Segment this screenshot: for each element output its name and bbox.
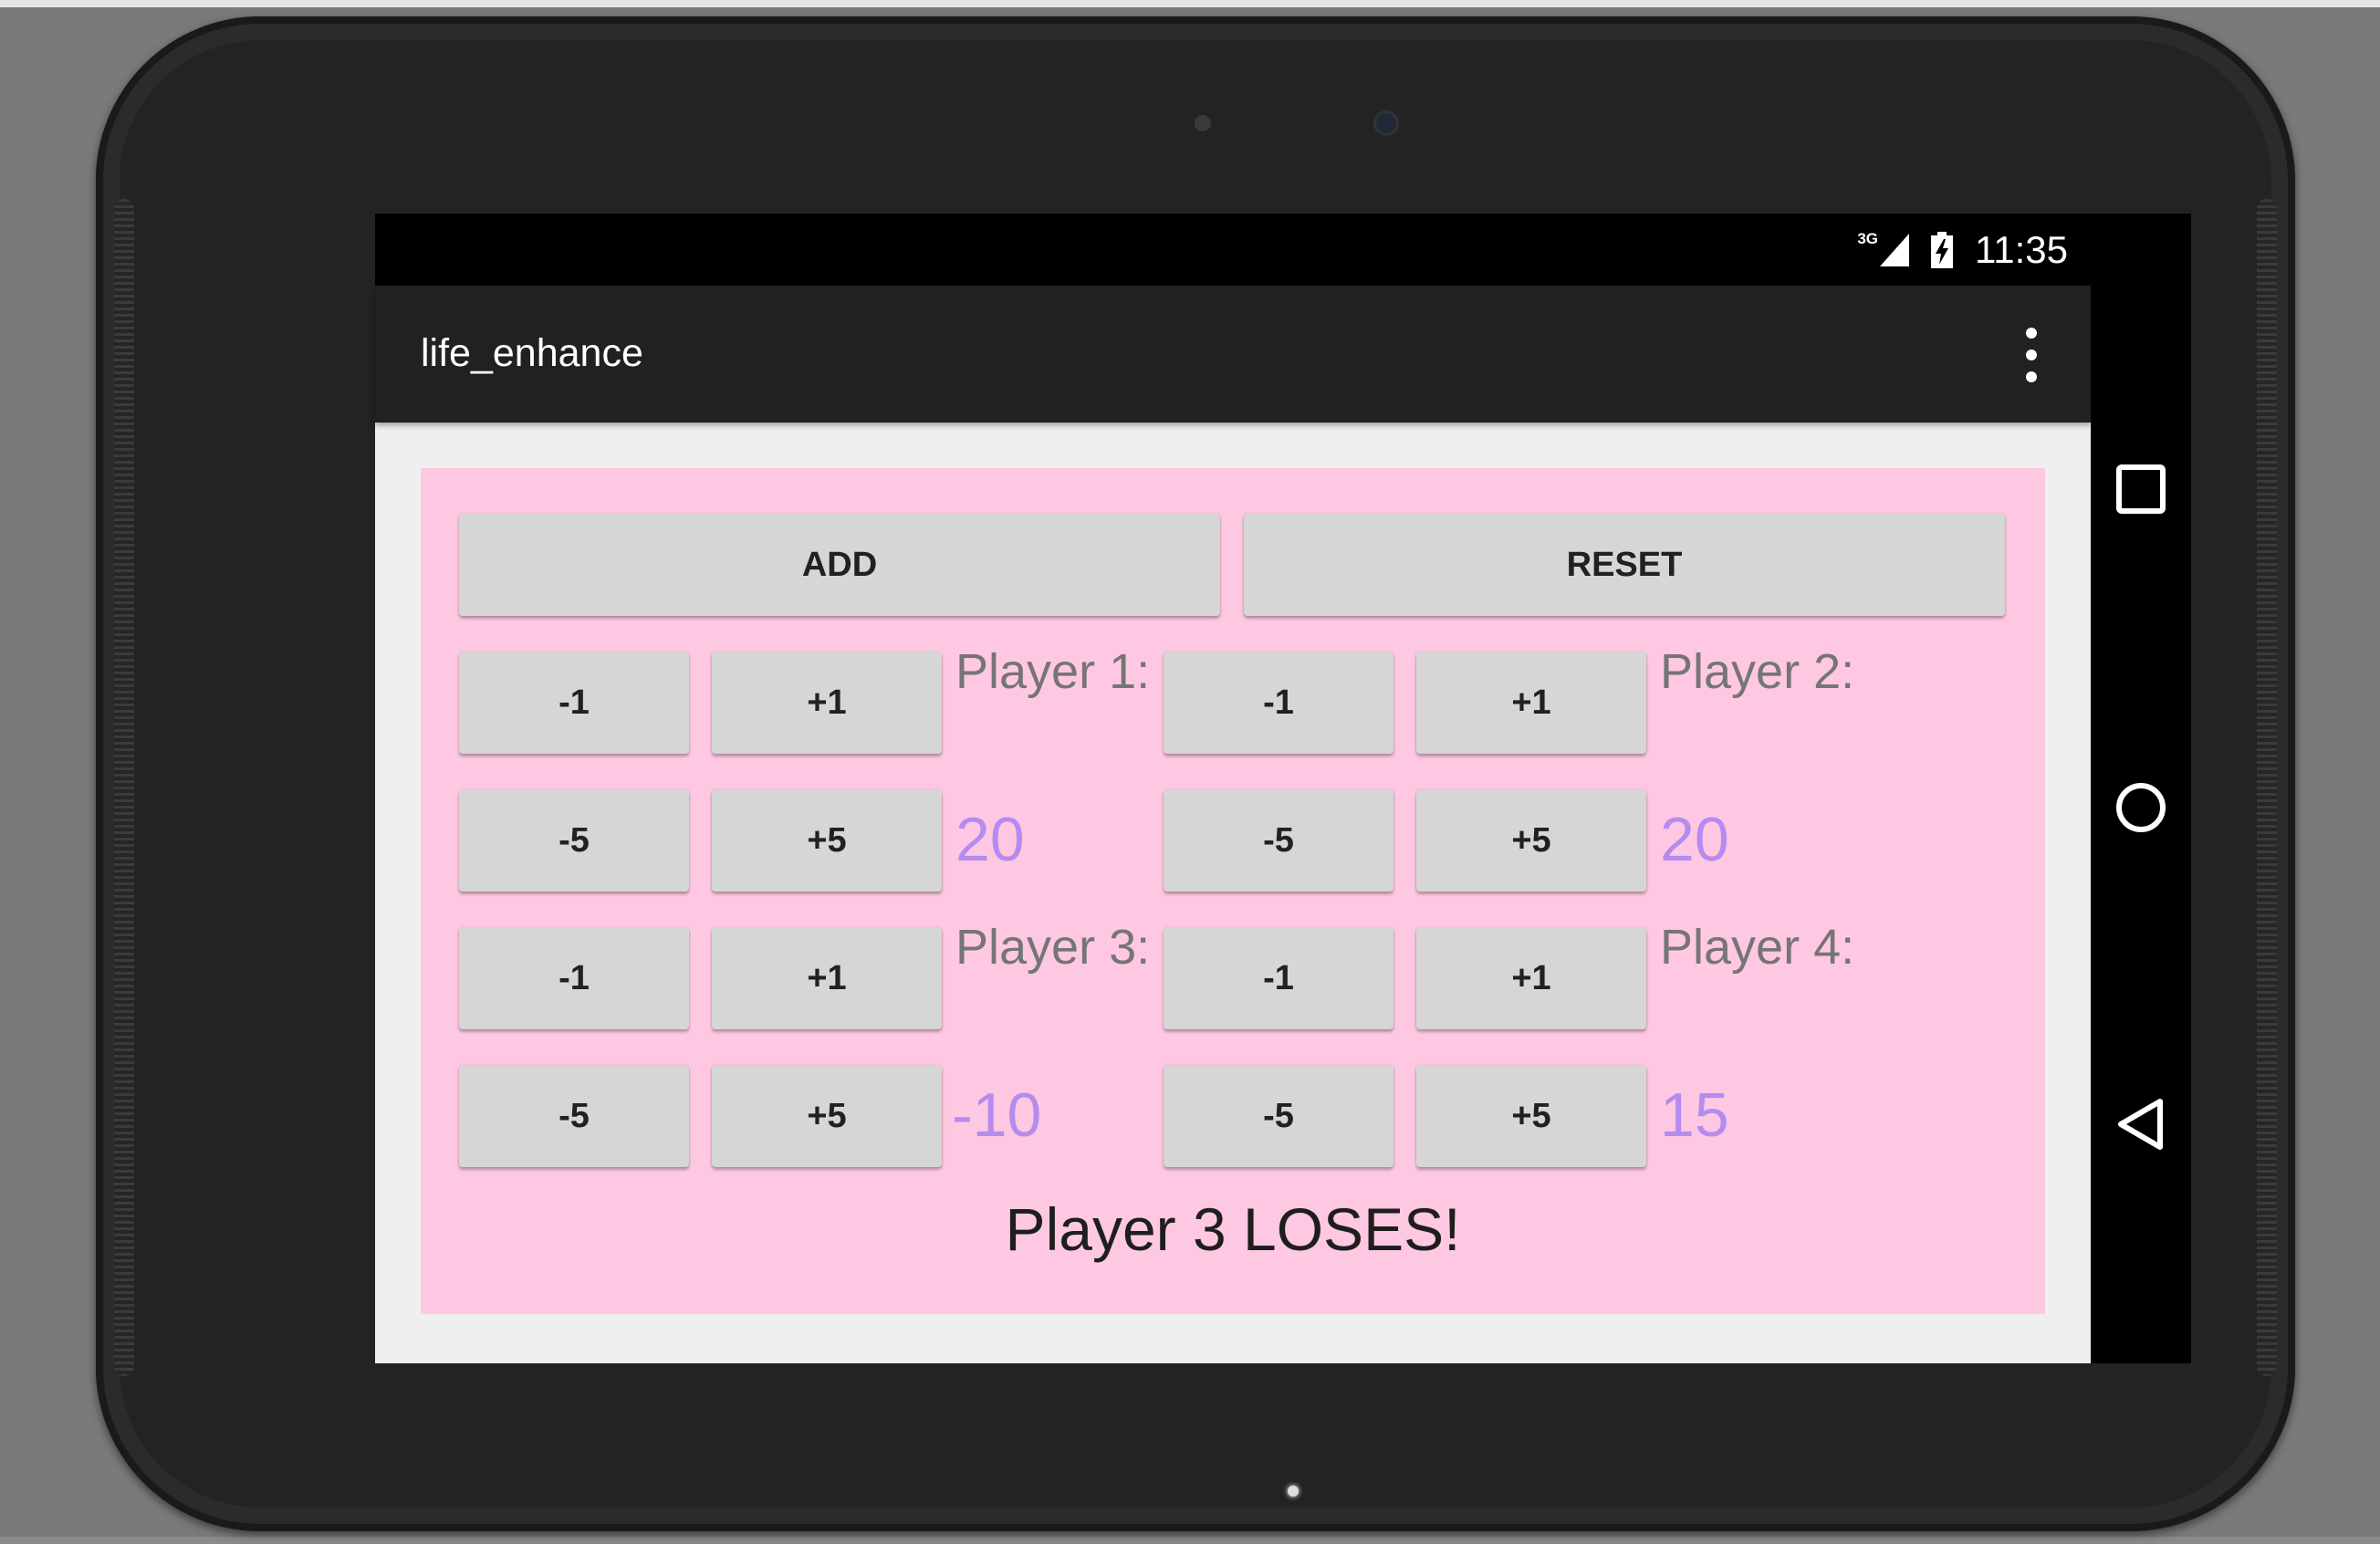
- player3-minus5-button[interactable]: -5: [459, 1065, 689, 1167]
- notification-led: [1288, 1486, 1299, 1497]
- player1-plus1-button[interactable]: +1: [712, 652, 942, 754]
- window-top-edge: [0, 0, 2380, 7]
- navigation-bar: [2091, 286, 2191, 1363]
- add-button[interactable]: ADD: [459, 514, 1220, 616]
- content-area: ADD RESET -1 +1 -5 +5 Player 1: 20 -1 +1…: [375, 423, 2091, 1363]
- player3-plus1-button[interactable]: +1: [712, 927, 942, 1029]
- front-camera: [1376, 113, 1396, 133]
- network-type: 3G: [1857, 230, 1878, 247]
- action-bar: life_enhance: [375, 286, 2091, 423]
- player2-minus5-button[interactable]: -5: [1164, 789, 1394, 892]
- left-speaker-grille: [114, 199, 134, 1376]
- recents-icon[interactable]: [2114, 463, 2167, 516]
- app-title: life_enhance: [421, 331, 643, 375]
- player2-plus5-button[interactable]: +5: [1416, 789, 1646, 892]
- overflow-dot: [2026, 349, 2037, 360]
- home-icon[interactable]: [2114, 781, 2167, 834]
- reset-button[interactable]: RESET: [1244, 514, 2005, 616]
- game-panel: ADD RESET -1 +1 -5 +5 Player 1: 20 -1 +1…: [421, 468, 2045, 1314]
- player1-life-value: 20: [955, 805, 1025, 874]
- player1-plus5-button[interactable]: +5: [712, 789, 942, 892]
- result-message: Player 3 LOSES!: [1005, 1195, 1461, 1263]
- player3-plus5-button[interactable]: +5: [712, 1065, 942, 1167]
- window-bottom-edge: [0, 1537, 2380, 1544]
- player3-minus1-button[interactable]: -1: [459, 927, 689, 1029]
- light-sensor: [1195, 115, 1211, 131]
- overflow-menu-icon[interactable]: [2013, 328, 2050, 382]
- clock: 11:35: [1975, 228, 2068, 271]
- player2-minus1-button[interactable]: -1: [1164, 652, 1394, 754]
- status-bar: 3G 11:35: [375, 214, 2091, 286]
- player2-life-value: 20: [1660, 805, 1729, 874]
- overflow-dot: [2026, 328, 2037, 339]
- overflow-dot: [2026, 371, 2037, 382]
- player4-life-value: 15: [1660, 1080, 1729, 1150]
- battery-charging-icon: [1931, 232, 1953, 268]
- player4-label: Player 4:: [1660, 920, 1855, 975]
- player2-label: Player 2:: [1660, 644, 1855, 699]
- player4-plus5-button[interactable]: +5: [1416, 1065, 1646, 1167]
- player2-plus1-button[interactable]: +1: [1416, 652, 1646, 754]
- player4-minus1-button[interactable]: -1: [1164, 927, 1394, 1029]
- device-screen: 3G 11:35 life_enhance ADD RESET -1 +1 -5…: [375, 214, 2191, 1363]
- player3-label: Player 3:: [955, 920, 1151, 975]
- back-icon[interactable]: [2114, 1098, 2167, 1151]
- player1-minus5-button[interactable]: -5: [459, 789, 689, 892]
- tablet-frame: 3G 11:35 life_enhance ADD RESET -1 +1 -5…: [96, 16, 2295, 1531]
- player1-minus1-button[interactable]: -1: [459, 652, 689, 754]
- player4-minus5-button[interactable]: -5: [1164, 1065, 1394, 1167]
- player3-life-value: -10: [952, 1080, 1042, 1150]
- player4-plus1-button[interactable]: +1: [1416, 927, 1646, 1029]
- player1-label: Player 1:: [955, 644, 1151, 699]
- status-icons: 3G 11:35: [1857, 224, 2068, 276]
- signal-icon: [1880, 234, 1909, 266]
- right-speaker-grille: [2257, 199, 2277, 1376]
